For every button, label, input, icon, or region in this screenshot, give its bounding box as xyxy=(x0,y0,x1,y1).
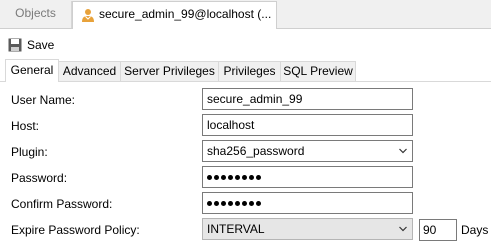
toolbar: Save xyxy=(0,29,491,59)
tab-user-editor-label: secure_admin_99@localhost (... xyxy=(99,7,272,21)
tab-objects[interactable]: Objects xyxy=(0,1,72,28)
save-button[interactable]: Save xyxy=(8,36,54,54)
plugin-label: Plugin: xyxy=(11,145,48,159)
chevron-down-icon xyxy=(399,226,407,232)
plugin-select[interactable]: sha256_password xyxy=(202,140,413,162)
user-name-label: User Name: xyxy=(11,93,76,107)
expire-policy-select-value: INTERVAL xyxy=(207,222,265,236)
save-button-label: Save xyxy=(27,38,55,52)
plugin-select-value: sha256_password xyxy=(207,144,305,158)
user-name-input[interactable]: secure_admin_99 xyxy=(202,88,413,110)
password-mask xyxy=(207,167,412,187)
editor-subtabs: General Advanced Server Privileges Privi… xyxy=(0,59,491,82)
confirm-password-field[interactable] xyxy=(202,192,413,214)
host-label: Host: xyxy=(11,119,40,133)
tab-sql-preview[interactable]: SQL Preview xyxy=(280,61,356,81)
expire-password-policy-label: Expire Password Policy: xyxy=(11,223,140,237)
tab-advanced[interactable]: Advanced xyxy=(58,61,121,81)
tab-general[interactable]: General xyxy=(5,59,59,82)
chevron-down-icon xyxy=(399,148,407,154)
tab-server-privileges[interactable]: Server Privileges xyxy=(120,61,219,81)
user-icon xyxy=(82,9,94,22)
expire-policy-select[interactable]: INTERVAL xyxy=(202,218,413,240)
host-input[interactable]: localhost xyxy=(202,114,413,136)
document-tabstrip: Objects secure_admin_99@localhost (... xyxy=(0,0,491,29)
days-label: Days xyxy=(461,223,489,237)
confirm-password-mask xyxy=(207,193,412,213)
expire-days-input[interactable]: 90 xyxy=(419,219,457,241)
password-label: Password: xyxy=(11,171,68,185)
confirm-password-label: Confirm Password: xyxy=(11,197,113,211)
tab-user-editor[interactable]: secure_admin_99@localhost (... xyxy=(72,1,277,29)
save-icon xyxy=(8,38,22,52)
password-field[interactable] xyxy=(202,166,413,188)
tab-privileges[interactable]: Privileges xyxy=(218,61,281,81)
